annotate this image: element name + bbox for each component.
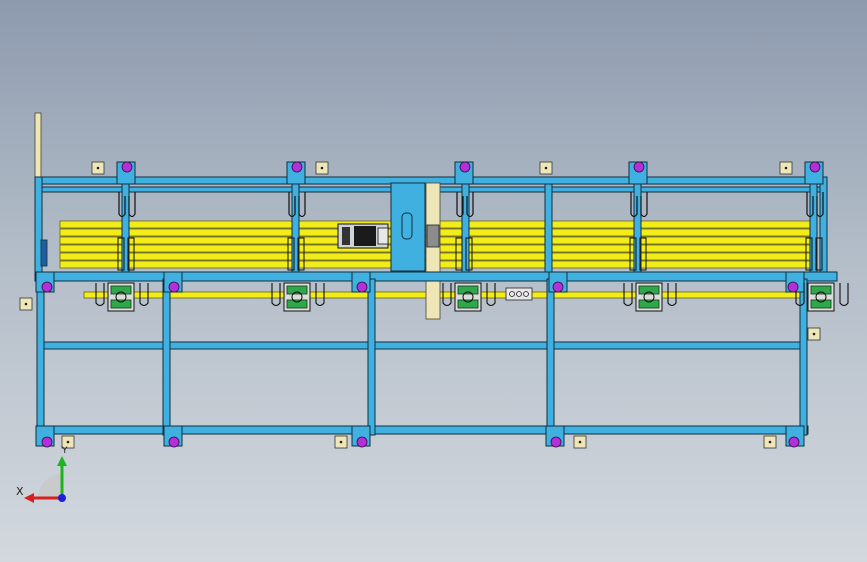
x-axis-head [24,493,34,503]
clamp-arm [640,192,648,218]
x-axis-label: X [16,485,24,498]
mount-bolt-icon [168,281,180,293]
guide-roller-icon [623,282,677,312]
plate-hole [812,332,816,336]
lower-leg-3 [367,278,376,436]
lower-bottom-rail [37,425,809,435]
roller-wheel [638,285,660,295]
mount-bolt-icon [291,161,303,173]
mount-bolt-icon [787,281,799,293]
guide-roller-icon [271,282,325,312]
lower-leg-2 [162,278,171,436]
mount-bolt-icon [168,436,180,448]
coordinate-triad [24,456,67,503]
roller-wheel [110,285,132,295]
mounting-plate [539,161,553,175]
mount-bolt-icon [809,161,821,173]
lower-leg-4 [546,278,555,436]
mounting-plate [334,435,348,449]
guide-roller-icon [95,282,149,312]
plate-hole [768,440,772,444]
lower-top-rail [34,271,838,282]
mounting-plate [91,161,105,175]
roller-clip [839,283,849,307]
z-axis-dot [58,494,66,502]
mount-bolt-icon [41,436,53,448]
drive-plate [390,182,426,272]
left-side-bar [40,239,48,267]
plate-hole [784,166,788,170]
mounting-plate [807,327,821,341]
mounting-plate [315,161,329,175]
roller-wheel [810,299,832,309]
mounting-plate [19,297,33,311]
connector-block [505,287,533,301]
plate-hole [96,166,100,170]
plate-hole [24,302,28,306]
roller-wheel [810,285,832,295]
plate-hole [66,440,70,444]
plate-hole [578,440,582,444]
roller-wheel [286,285,308,295]
mount-bolt-icon [459,161,471,173]
drive-bearing-block [426,224,440,248]
clamp-arm [298,192,306,218]
plate-hole [544,166,548,170]
cad-viewport[interactable]: X Y [0,0,867,562]
left-post [34,112,42,184]
upper-mid-leg-4 [544,183,553,273]
motor-icon [337,223,389,249]
plate-hole [339,440,343,444]
mount-bolt-icon [41,281,53,293]
mounting-plate [573,435,587,449]
drive-bearing-plate [425,182,441,320]
mounting-plate [763,435,777,449]
roller-wheel [457,299,479,309]
plate-hole [320,166,324,170]
roller-wheel [638,299,660,309]
mount-bolt-icon [121,161,133,173]
y-axis-head [57,456,67,466]
guide-roller-icon [442,282,496,312]
assembly-drawing [19,112,849,503]
triad-quarter [38,474,62,498]
roller-wheel [457,285,479,295]
lower-rod [83,291,815,299]
clamp-arm [128,192,136,218]
roller-wheel [110,299,132,309]
mount-bolt-icon [633,161,645,173]
mount-bolt-icon [356,281,368,293]
roller-wheel [286,299,308,309]
mount-bolt-icon [356,436,368,448]
mount-bolt-icon [788,436,800,448]
lower-mid-rail [37,341,801,350]
y-axis-label: Y [62,446,68,456]
mount-bolt-icon [550,436,562,448]
mounting-plate [779,161,793,175]
lower-leg-1 [36,278,45,436]
mount-bolt-icon [552,281,564,293]
